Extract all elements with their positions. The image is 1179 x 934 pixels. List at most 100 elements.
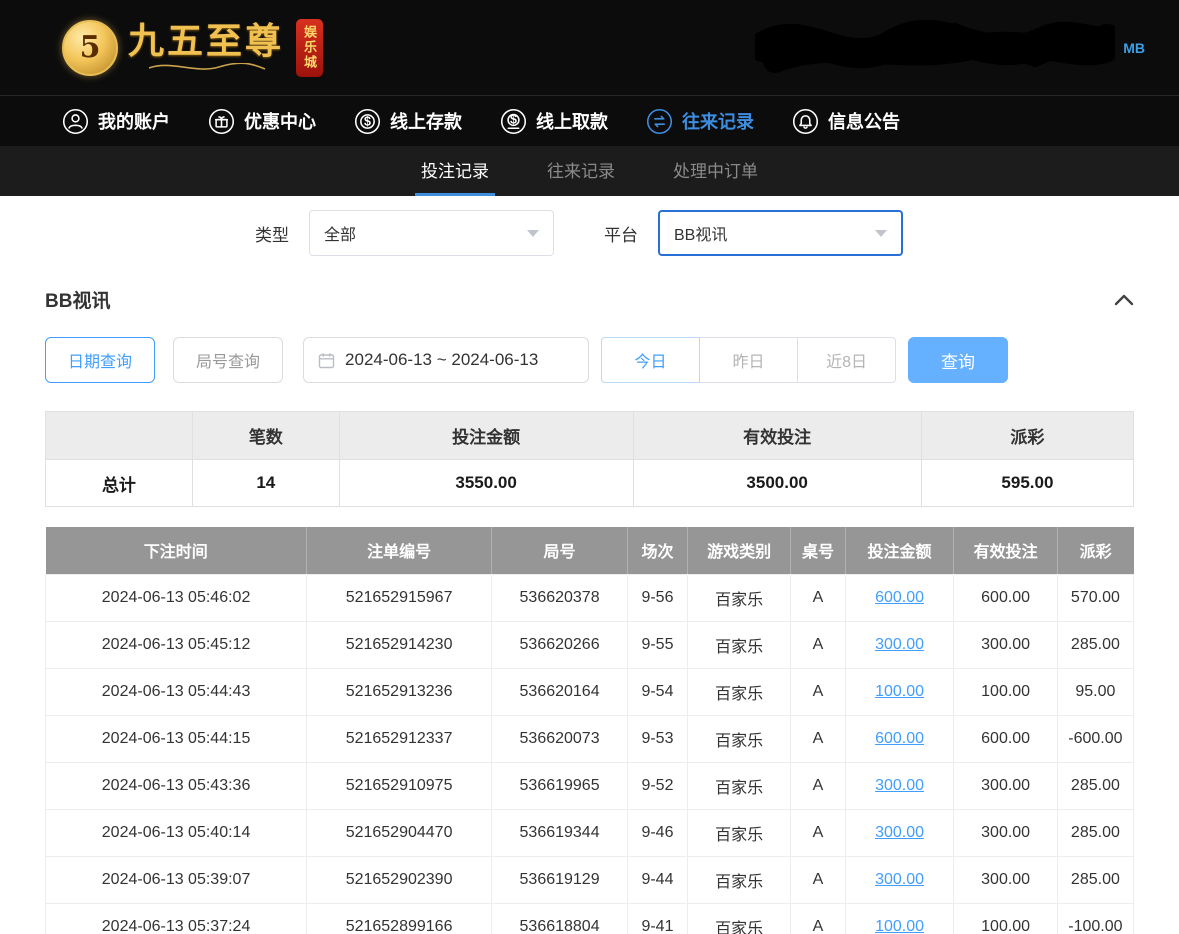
bet-id-cell: 521652913236	[307, 668, 492, 715]
redacted-scribble	[755, 17, 1115, 79]
last-8-days-button[interactable]: 近8日	[797, 337, 896, 383]
today-button[interactable]: 今日	[601, 337, 700, 383]
game-type-cell: 百家乐	[687, 809, 790, 856]
payout-cell: 570.00	[1057, 574, 1133, 621]
bet-amount-link[interactable]: 600.00	[875, 730, 924, 747]
session-cell: 9-55	[628, 621, 688, 668]
bet-time-cell: 2024-06-13 05:39:07	[46, 856, 307, 903]
nav-label: 线上存款	[390, 108, 462, 134]
payout-cell: -600.00	[1057, 715, 1133, 762]
search-button[interactable]: 查询	[908, 337, 1008, 383]
col-valid-bet: 有效投注	[954, 527, 1057, 574]
valid-bet-cell: 100.00	[954, 668, 1057, 715]
nav-item-my-account[interactable]: 我的账户	[62, 108, 170, 135]
bet-amount-link[interactable]: 300.00	[875, 636, 924, 653]
nav-item-promotions[interactable]: 优惠中心	[208, 108, 316, 135]
payout-cell: 285.00	[1057, 809, 1133, 856]
tab-processing-orders[interactable]: 处理中订单	[667, 146, 764, 196]
col-game-type: 游戏类别	[687, 527, 790, 574]
summary-col-valid-bet: 有效投注	[633, 412, 921, 460]
bet-id-cell: 521652910975	[307, 762, 492, 809]
round-cell: 536620378	[492, 574, 628, 621]
table-row: 2024-06-13 05:44:43 521652913236 5366201…	[46, 668, 1134, 715]
bet-time-cell: 2024-06-13 05:44:15	[46, 715, 307, 762]
game-type-cell: 百家乐	[687, 762, 790, 809]
summary-col-blank	[46, 412, 193, 460]
summary-count-value: 14	[192, 460, 339, 507]
gift-icon	[208, 108, 235, 135]
user-icon	[62, 108, 89, 135]
nav-item-transactions[interactable]: 往来记录	[646, 108, 754, 135]
summary-table: 笔数 投注金额 有效投注 派彩 总计 14 3550.00 3500.00 59…	[45, 411, 1134, 507]
nav-item-announcements[interactable]: 信息公告	[792, 108, 900, 135]
game-type-cell: 百家乐	[687, 903, 790, 934]
payout-cell: -100.00	[1057, 903, 1133, 934]
bet-time-cell: 2024-06-13 05:43:36	[46, 762, 307, 809]
bet-id-cell: 521652914230	[307, 621, 492, 668]
col-bet-amount: 投注金额	[845, 527, 954, 574]
brand-badge: 娱乐城	[296, 19, 323, 77]
tab-transaction-records[interactable]: 往来记录	[541, 146, 621, 196]
payout-cell: 285.00	[1057, 621, 1133, 668]
platform-select-value: BB视讯	[674, 221, 727, 245]
bet-time-cell: 2024-06-13 05:37:24	[46, 903, 307, 934]
session-cell: 9-52	[628, 762, 688, 809]
round-query-button[interactable]: 局号查询	[173, 337, 283, 383]
tab-bet-records[interactable]: 投注记录	[415, 146, 495, 196]
game-type-cell: 百家乐	[687, 668, 790, 715]
bet-amount-link[interactable]: 300.00	[875, 871, 924, 888]
nav-label: 我的账户	[98, 108, 170, 134]
bet-id-cell: 521652899166	[307, 903, 492, 934]
session-cell: 9-46	[628, 809, 688, 856]
tab-bar: 投注记录 往来记录 处理中订单	[0, 146, 1179, 196]
nav-item-withdraw[interactable]: $ 线上取款	[500, 108, 608, 135]
platform-label: 平台	[604, 221, 638, 246]
col-round: 局号	[492, 527, 628, 574]
session-cell: 9-53	[628, 715, 688, 762]
table-row: 2024-06-13 05:43:36 521652910975 5366199…	[46, 762, 1134, 809]
date-query-button[interactable]: 日期查询	[45, 337, 155, 383]
redacted-user-info: MB	[755, 17, 1145, 79]
session-cell: 9-56	[628, 574, 688, 621]
brand-name: 九五至尊	[128, 23, 284, 59]
type-label: 类型	[255, 221, 289, 246]
section-title: BB视讯	[45, 286, 110, 313]
game-type-cell: 百家乐	[687, 715, 790, 762]
summary-payout-value: 595.00	[921, 460, 1133, 507]
table-no-cell: A	[791, 903, 845, 934]
col-bet-time: 下注时间	[46, 527, 307, 574]
game-type-cell: 百家乐	[687, 621, 790, 668]
bet-amount-link[interactable]: 100.00	[875, 683, 924, 700]
summary-header-row: 笔数 投注金额 有效投注 派彩	[46, 412, 1134, 460]
type-select[interactable]: 全部	[309, 210, 554, 256]
bet-amount-link[interactable]: 300.00	[875, 824, 924, 841]
col-payout: 派彩	[1057, 527, 1133, 574]
svg-text:$: $	[364, 114, 371, 128]
collapse-section-button[interactable]	[1114, 294, 1134, 306]
nav-label: 信息公告	[828, 108, 900, 134]
valid-bet-cell: 100.00	[954, 903, 1057, 934]
brand-logo[interactable]: 5 九五至尊 娱乐城	[62, 19, 323, 77]
nav-item-deposit[interactable]: $ 线上存款	[354, 108, 462, 135]
bet-amount-link[interactable]: 300.00	[875, 777, 924, 794]
round-cell: 536619129	[492, 856, 628, 903]
nav-label: 线上取款	[536, 108, 608, 134]
summary-total-label: 总计	[46, 460, 193, 507]
bet-amount-link[interactable]: 100.00	[875, 918, 924, 934]
date-range-input[interactable]: 2024-06-13 ~ 2024-06-13	[303, 337, 589, 383]
summary-col-count: 笔数	[192, 412, 339, 460]
bet-time-cell: 2024-06-13 05:44:43	[46, 668, 307, 715]
svg-text:$: $	[510, 112, 517, 126]
platform-select[interactable]: BB视讯	[658, 210, 903, 256]
round-cell: 536620164	[492, 668, 628, 715]
brand-text-wrap: 九五至尊	[128, 23, 284, 73]
records-table-body: 2024-06-13 05:46:02 521652915967 5366203…	[46, 574, 1134, 934]
col-bet-id: 注单编号	[307, 527, 492, 574]
summary-valid-bet-value: 3500.00	[633, 460, 921, 507]
bet-amount-link[interactable]: 600.00	[875, 589, 924, 606]
game-type-cell: 百家乐	[687, 856, 790, 903]
table-row: 2024-06-13 05:44:15 521652912337 5366200…	[46, 715, 1134, 762]
main-nav: 我的账户 优惠中心 $ 线上存款 $ 线上取款 往来记录	[0, 95, 1179, 146]
table-row: 2024-06-13 05:40:14 521652904470 5366193…	[46, 809, 1134, 856]
yesterday-button[interactable]: 昨日	[699, 337, 798, 383]
